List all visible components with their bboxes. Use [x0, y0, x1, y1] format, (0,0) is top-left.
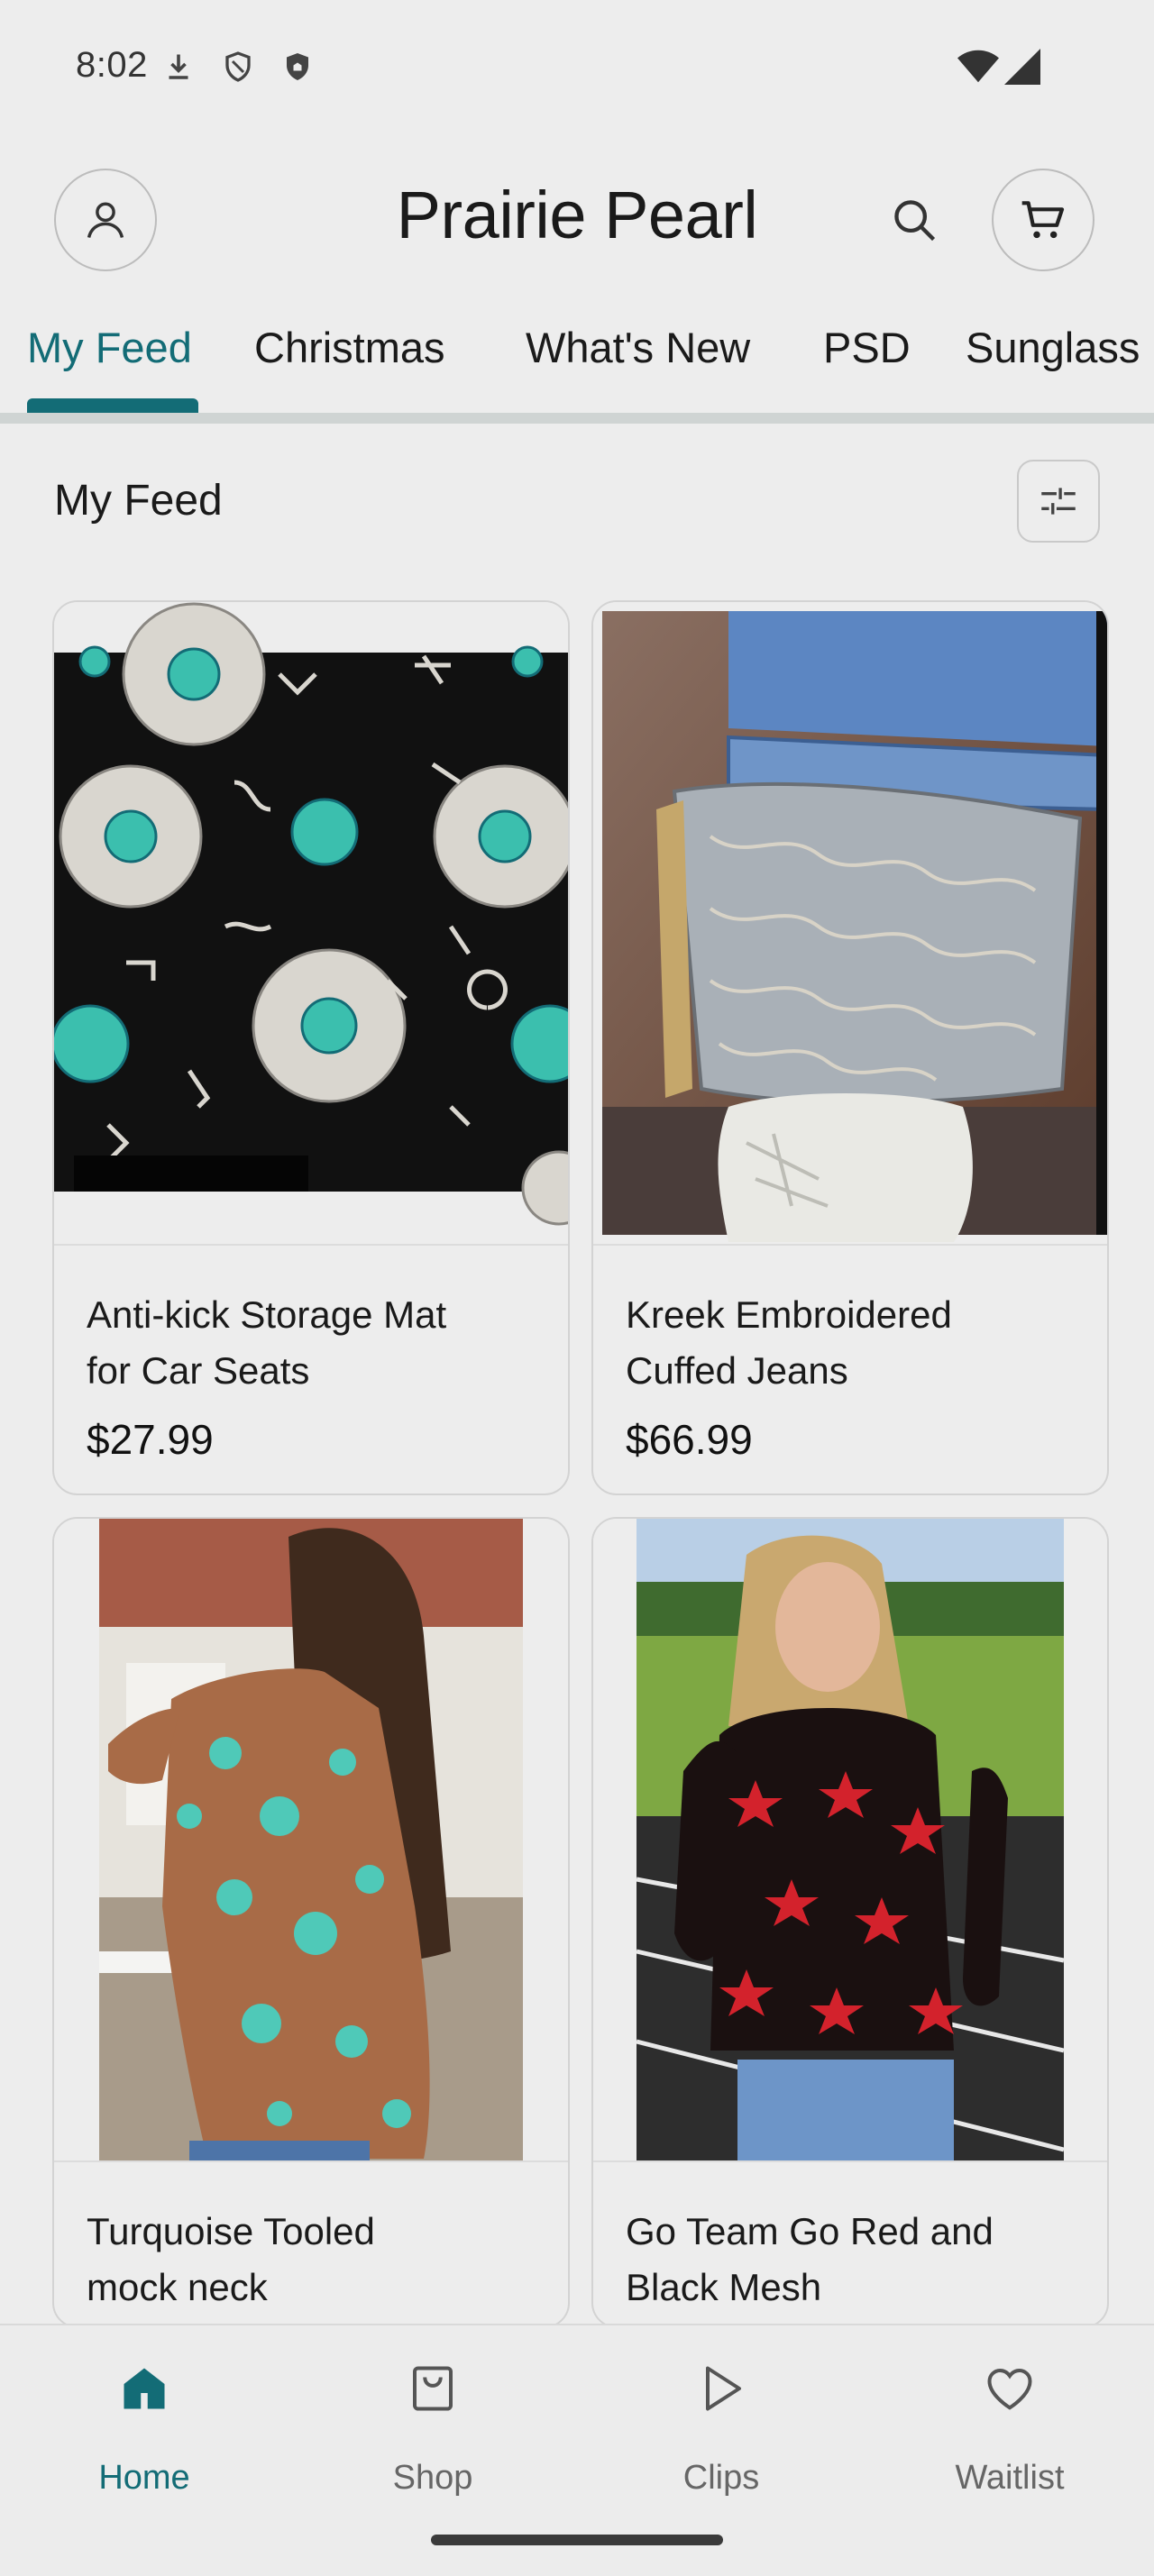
nav-shop-label: Shop — [392, 2459, 473, 2497]
product-image-jeans — [602, 611, 1107, 1242]
product-name-line2: Black Mesh — [626, 2266, 822, 2308]
nav-home-label: Home — [98, 2459, 190, 2497]
card-divider — [593, 2160, 1107, 2162]
product-price: $27.99 — [87, 1416, 214, 1463]
play-icon — [706, 2366, 741, 2411]
nav-clips-label: Clips — [682, 2459, 760, 2497]
shield-filled-icon — [287, 53, 308, 80]
tab-sunglass[interactable]: Sunglass — [966, 323, 1140, 372]
product-card[interactable]: Turquoise Tooled mock neck — [52, 1517, 570, 2328]
nav-shop[interactable]: Shop — [288, 2325, 577, 2506]
product-image-star-top — [636, 1519, 1065, 2160]
product-name-line2: mock neck — [87, 2266, 268, 2308]
tab-my-feed[interactable]: My Feed — [27, 323, 192, 372]
product-name-line1: Kreek Embroidered — [626, 1293, 952, 1336]
nav-waitlist-label: Waitlist — [955, 2459, 1065, 2497]
home-indicator-bar[interactable] — [431, 2535, 723, 2545]
app-title: Prairie Pearl — [396, 178, 758, 252]
cellular-signal-icon — [1004, 49, 1040, 85]
shopping-bag-icon — [413, 2366, 453, 2411]
tab-whats-new[interactable]: What's New — [526, 323, 750, 372]
filter-button[interactable] — [1017, 460, 1100, 543]
search-button[interactable] — [884, 189, 947, 252]
nav-waitlist[interactable]: Waitlist — [866, 2325, 1154, 2506]
card-divider — [593, 1244, 1107, 1246]
search-icon — [894, 200, 936, 242]
product-image — [593, 1519, 1107, 2160]
product-name-line1: Anti-kick Storage Mat — [87, 1293, 447, 1336]
product-name-line1: Turquoise Tooled — [87, 2210, 375, 2252]
active-tab-indicator — [27, 398, 198, 413]
product-card[interactable]: Go Team Go Red and Black Mesh — [591, 1517, 1109, 2328]
filter-sliders-icon — [1041, 488, 1076, 515]
nav-home[interactable]: Home — [0, 2325, 288, 2506]
download-icon — [169, 54, 188, 79]
product-image — [593, 602, 1107, 1244]
nav-clips[interactable]: Clips — [577, 2325, 866, 2506]
product-image — [54, 1519, 568, 2160]
tab-divider — [0, 413, 1154, 424]
tab-psd[interactable]: PSD — [823, 323, 911, 372]
card-divider — [54, 1244, 568, 1246]
product-name-line2: Cuffed Jeans — [626, 1349, 848, 1392]
product-card[interactable]: Anti-kick Storage Mat for Car Seats $27.… — [52, 600, 570, 1495]
product-name-line1: Go Team Go Red and — [626, 2210, 994, 2252]
heart-icon — [987, 2368, 1032, 2410]
product-image — [54, 602, 568, 1244]
product-image-pattern — [54, 602, 568, 1226]
wifi-icon — [957, 50, 999, 83]
card-divider — [54, 2160, 568, 2162]
product-price: $66.99 — [626, 1416, 753, 1463]
cart-icon — [1021, 201, 1065, 239]
cart-button[interactable] — [992, 169, 1094, 271]
product-image-shirt — [99, 1519, 523, 2160]
product-name-line2: for Car Seats — [87, 1349, 310, 1392]
feed-heading: My Feed — [54, 477, 223, 525]
shield-outline-icon — [225, 51, 251, 82]
status-time: 8:02 — [76, 45, 148, 85]
tab-christmas[interactable]: Christmas — [254, 323, 445, 372]
product-card[interactable]: Kreek Embroidered Cuffed Jeans $66.99 — [591, 600, 1109, 1495]
home-icon — [124, 2368, 165, 2409]
